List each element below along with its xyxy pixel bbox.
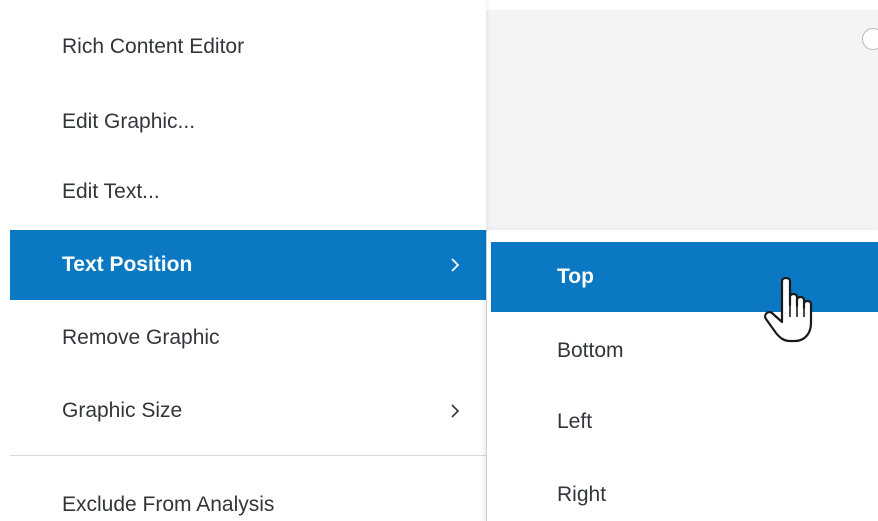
hand-pointer-icon xyxy=(760,275,822,347)
screen: Rich Content Editor Edit Graphic... Edit… xyxy=(0,0,878,521)
menu-item-label: Graphic Size xyxy=(62,399,183,422)
menu-item-edit-graphic[interactable]: Edit Graphic... xyxy=(10,87,486,157)
menu-item-label: Edit Graphic... xyxy=(62,110,196,133)
menu-item-rich-content-editor[interactable]: Rich Content Editor xyxy=(10,12,486,82)
menu-separator xyxy=(10,455,486,456)
menu-item-text-position[interactable]: Text Position xyxy=(10,230,486,300)
submenu-item-label: Bottom xyxy=(557,339,624,362)
menu-item-exclude-from-analysis[interactable]: Exclude From Analysis xyxy=(10,470,486,521)
submenu-item-label: Top xyxy=(557,265,594,288)
text-position-submenu: Top Bottom Left Right xyxy=(486,230,878,521)
menu-item-label: Text Position xyxy=(62,253,193,276)
context-menu: Rich Content Editor Edit Graphic... Edit… xyxy=(0,0,486,521)
menu-item-label: Edit Text... xyxy=(62,180,160,203)
menu-item-remove-graphic[interactable]: Remove Graphic xyxy=(10,303,486,373)
menu-item-label: Remove Graphic xyxy=(62,326,220,349)
submenu-item-left[interactable]: Left xyxy=(491,387,878,457)
chevron-right-icon xyxy=(448,403,462,419)
menu-item-label: Rich Content Editor xyxy=(62,35,245,58)
chevron-right-icon xyxy=(448,257,462,273)
radio-button[interactable] xyxy=(862,28,878,50)
menu-item-graphic-size[interactable]: Graphic Size xyxy=(10,376,486,446)
menu-item-edit-text[interactable]: Edit Text... xyxy=(10,157,486,227)
menu-item-label: Exclude From Analysis xyxy=(62,493,275,516)
submenu-item-label: Right xyxy=(557,483,607,506)
canvas-panel xyxy=(486,10,878,230)
submenu-item-label: Left xyxy=(557,410,593,433)
submenu-item-right[interactable]: Right xyxy=(491,460,878,521)
